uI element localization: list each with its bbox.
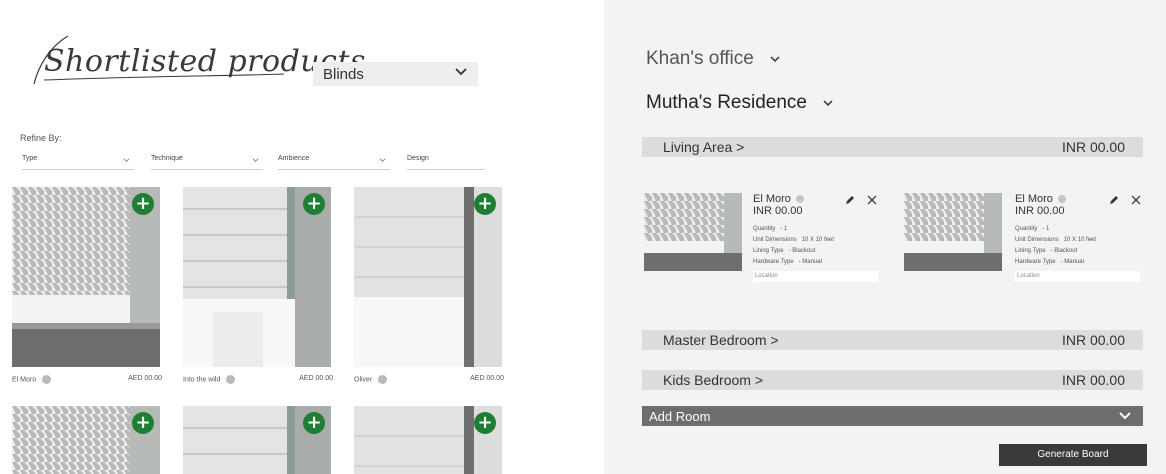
product-image[interactable]: + bbox=[183, 187, 331, 367]
product-name: Into the wild bbox=[183, 376, 221, 384]
chevron-down-icon bbox=[1119, 412, 1131, 420]
product-image[interactable]: + bbox=[12, 187, 160, 367]
filter-ambience[interactable]: Ambience bbox=[278, 152, 390, 170]
add-to-board-button[interactable]: + bbox=[303, 412, 325, 434]
swatch-dot[interactable] bbox=[1057, 195, 1066, 204]
shortlist-panel: Shortlisted products Blinds Refine By: T… bbox=[0, 0, 520, 474]
swatch-dot[interactable] bbox=[226, 375, 236, 384]
product-image[interactable]: + bbox=[183, 406, 331, 474]
category-select[interactable]: Blinds bbox=[313, 62, 478, 86]
add-to-board-button[interactable]: + bbox=[303, 193, 325, 215]
room-master-bedroom[interactable]: Master Bedroom > INR 00.00 bbox=[642, 330, 1143, 350]
product-price: AED 00.00 bbox=[470, 375, 504, 382]
product-card[interactable]: + Into the wild AED 00.00 bbox=[183, 187, 333, 384]
blind-houndstooth-thumb bbox=[644, 193, 742, 271]
spec-hardware-type: Hardware Type - Manual bbox=[1015, 259, 1084, 265]
room-item-image[interactable] bbox=[644, 193, 742, 271]
product-card[interactable]: + bbox=[354, 406, 504, 474]
product-price: AED 00.00 bbox=[299, 375, 333, 382]
room-living-area[interactable]: Living Area > INR 00.00 bbox=[642, 137, 1143, 157]
product-image[interactable]: + bbox=[354, 187, 502, 367]
board-panel: Khan's office Mutha's Residence Living A… bbox=[604, 0, 1166, 474]
product-card[interactable]: + bbox=[183, 406, 333, 474]
room-total: INR 00.00 bbox=[1061, 139, 1125, 155]
category-select-value: Blinds bbox=[323, 65, 364, 83]
filter-label: Technique bbox=[151, 155, 183, 162]
chevron-down-icon bbox=[252, 158, 259, 162]
add-to-board-button[interactable]: + bbox=[132, 193, 154, 215]
add-to-board-button[interactable]: + bbox=[474, 193, 496, 215]
edit-icon[interactable] bbox=[1108, 194, 1120, 206]
filter-label: Type bbox=[22, 155, 38, 162]
room-total: INR 00.00 bbox=[1061, 372, 1125, 388]
filter-label: Design bbox=[407, 155, 429, 162]
item-price: INR 00.00 bbox=[753, 205, 803, 217]
add-to-board-button[interactable]: + bbox=[132, 412, 154, 434]
product-card[interactable]: + Oliver AED 00.00 bbox=[354, 187, 504, 384]
location-input[interactable]: Location bbox=[1015, 271, 1140, 282]
filter-technique[interactable]: Technique bbox=[151, 152, 263, 170]
edit-icon[interactable] bbox=[844, 194, 856, 206]
chevron-down-icon bbox=[379, 158, 386, 162]
product-price: AED 00.00 bbox=[128, 375, 162, 382]
spec-unit-dimensions: Unit Dimensions 10 X 10 feet bbox=[1015, 237, 1097, 243]
room-item-image[interactable] bbox=[904, 193, 1002, 271]
product-card[interactable]: + bbox=[12, 406, 162, 474]
add-room-label: Add Room bbox=[649, 409, 711, 424]
product-name: Oliver bbox=[354, 376, 373, 384]
swatch-dot[interactable] bbox=[795, 195, 804, 204]
spec-hardware-type: Hardware Type - Manual bbox=[753, 259, 822, 265]
room-kids-bedroom[interactable]: Kids Bedroom > INR 00.00 bbox=[642, 370, 1143, 390]
add-to-board-button[interactable]: + bbox=[474, 412, 496, 434]
location-input[interactable]: Location bbox=[753, 271, 878, 282]
product-image[interactable]: + bbox=[354, 406, 502, 474]
project-name: Khan's office bbox=[646, 48, 754, 69]
room-name: Kids Bedroom > bbox=[663, 372, 763, 388]
spec-quantity: Quantity - 1 bbox=[753, 226, 788, 232]
spec-unit-dimensions: Unit Dimensions 10 X 10 feet bbox=[753, 237, 835, 243]
project-name: Mutha's Residence bbox=[646, 92, 807, 113]
chevron-down-icon bbox=[455, 68, 467, 76]
room-item-details: El Moro INR 00.00 Quantity - 1 Unit Dimen… bbox=[753, 193, 878, 282]
room-name: Master Bedroom > bbox=[663, 332, 779, 348]
filter-type[interactable]: Type bbox=[22, 152, 134, 170]
chevron-down-icon bbox=[770, 56, 780, 63]
product-card[interactable]: + El Moro AED 00.00 bbox=[12, 187, 162, 384]
blind-houndstooth-thumb bbox=[904, 193, 1002, 271]
item-name: El Moro bbox=[1015, 193, 1053, 205]
product-image[interactable]: + bbox=[12, 406, 160, 474]
product-name: El Moro bbox=[12, 376, 37, 384]
close-icon[interactable] bbox=[1130, 194, 1142, 206]
room-name: Living Area > bbox=[663, 139, 745, 155]
add-room-dropdown[interactable]: Add Room bbox=[642, 406, 1143, 426]
chevron-down-icon bbox=[823, 100, 833, 107]
spec-lining-type: Lining Type - Blackout bbox=[1015, 248, 1078, 254]
spec-quantity: Quantity - 1 bbox=[1015, 226, 1050, 232]
room-total: INR 00.00 bbox=[1061, 332, 1125, 348]
filter-design[interactable]: Design bbox=[407, 152, 485, 170]
item-name: El Moro bbox=[753, 193, 791, 205]
spec-lining-type: Lining Type - Blackout bbox=[753, 248, 816, 254]
swatch-dot[interactable] bbox=[42, 375, 52, 384]
room-item-details: El Moro INR 00.00 Quantity - 1 Unit Dimen… bbox=[1015, 193, 1140, 282]
generate-board-button[interactable]: Generate Board bbox=[999, 444, 1147, 466]
item-price: INR 00.00 bbox=[1015, 205, 1065, 217]
refine-by-label: Refine By: bbox=[20, 133, 62, 143]
filter-label: Ambience bbox=[278, 155, 310, 162]
swatch-dot[interactable] bbox=[378, 375, 388, 384]
shortlisted-products-title: Shortlisted products bbox=[8, 18, 365, 88]
project-selector-khans-office[interactable]: Khan's office bbox=[646, 48, 781, 70]
chevron-down-icon bbox=[123, 158, 130, 162]
close-icon[interactable] bbox=[866, 194, 878, 206]
project-selector-muthas-residence[interactable]: Mutha's Residence bbox=[646, 92, 834, 114]
